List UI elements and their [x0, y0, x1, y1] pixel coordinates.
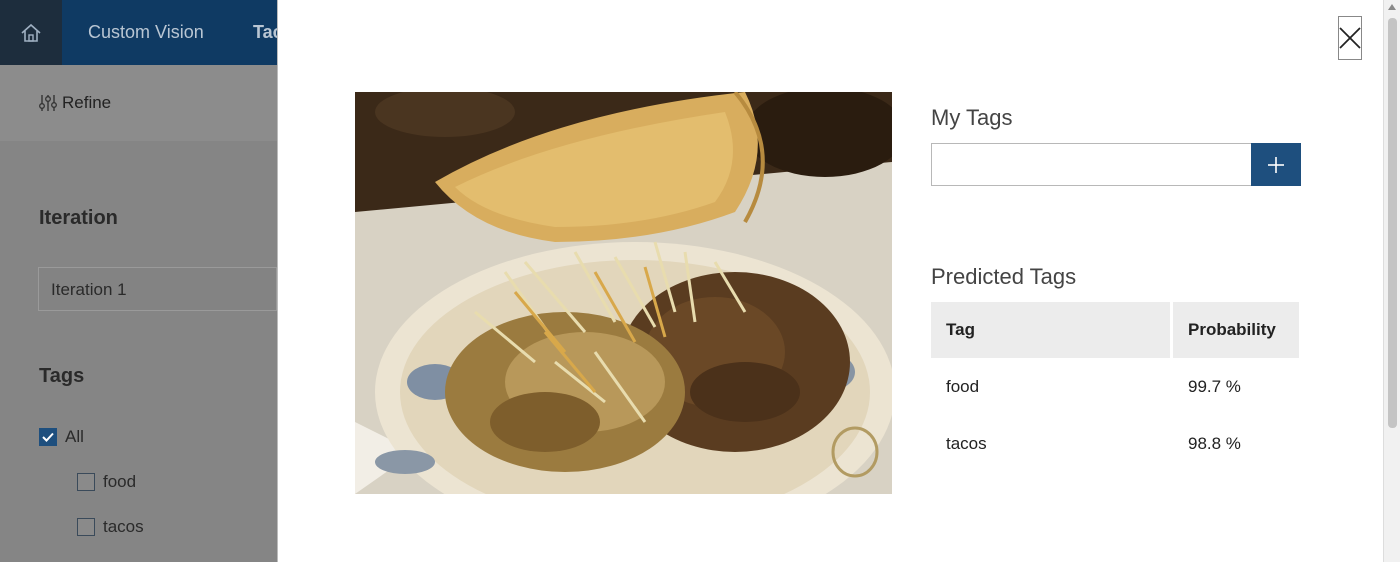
checkbox-checked[interactable]: [39, 428, 57, 446]
home-icon: [21, 23, 41, 42]
tag-filter-label: All: [65, 427, 84, 446]
tags-heading: Tags: [39, 365, 85, 387]
predicted-tags-table: Tag Probability food 99.7 % tacos 98.8 %: [931, 302, 1299, 472]
table-row: food 99.7 %: [931, 358, 1299, 415]
food-photo: [355, 92, 892, 494]
iteration-heading: Iteration: [39, 207, 118, 229]
checkbox-unchecked[interactable]: [77, 473, 95, 491]
predicted-tags-heading: Predicted Tags: [931, 264, 1077, 289]
tag-filter-label: tacos: [103, 517, 144, 536]
image-detail-modal: My Tags Predicted Tags Tag Probability f…: [277, 0, 1383, 562]
iteration-dropdown[interactable]: Iteration 1: [38, 267, 277, 311]
tag-filter-all[interactable]: All: [39, 427, 84, 447]
home-button[interactable]: [0, 0, 62, 65]
vertical-scrollbar[interactable]: [1383, 0, 1400, 562]
sidebar: Refine Iteration Iteration 1 Tags All fo…: [0, 65, 277, 562]
tag-cell: food: [946, 376, 980, 396]
scrollbar-thumb[interactable]: [1388, 18, 1397, 428]
probability-cell: 99.7 %: [1188, 376, 1241, 396]
sliders-icon: [39, 95, 57, 111]
add-tag-button[interactable]: [1251, 143, 1301, 186]
tag-cell: tacos: [946, 433, 987, 453]
column-header-tag[interactable]: Tag: [931, 302, 1170, 358]
app-root: Custom Vision Tac Refine Iteration Itera…: [0, 0, 1400, 562]
column-header-probability[interactable]: Probability: [1173, 302, 1299, 358]
refine-button[interactable]: Refine: [0, 65, 277, 141]
tag-filter-tacos[interactable]: tacos: [77, 517, 144, 537]
add-tag-input[interactable]: [931, 143, 1252, 186]
tag-filter-food[interactable]: food: [77, 472, 136, 492]
tag-filter-label: food: [103, 472, 137, 491]
checkbox-unchecked[interactable]: [77, 518, 95, 536]
plus-icon: [1268, 156, 1284, 173]
checkmark-icon: [42, 432, 54, 442]
my-tags-heading: My Tags: [931, 105, 1013, 130]
probability-cell: 98.8 %: [1188, 433, 1241, 453]
scroll-up-icon[interactable]: [1388, 4, 1396, 10]
table-row: tacos 98.8 %: [931, 415, 1299, 472]
table-header-row: Tag Probability: [931, 302, 1299, 358]
close-icon: [1339, 27, 1361, 49]
app-title[interactable]: Custom Vision: [88, 22, 204, 43]
refine-label: Refine: [62, 93, 112, 112]
close-button[interactable]: [1338, 16, 1362, 60]
